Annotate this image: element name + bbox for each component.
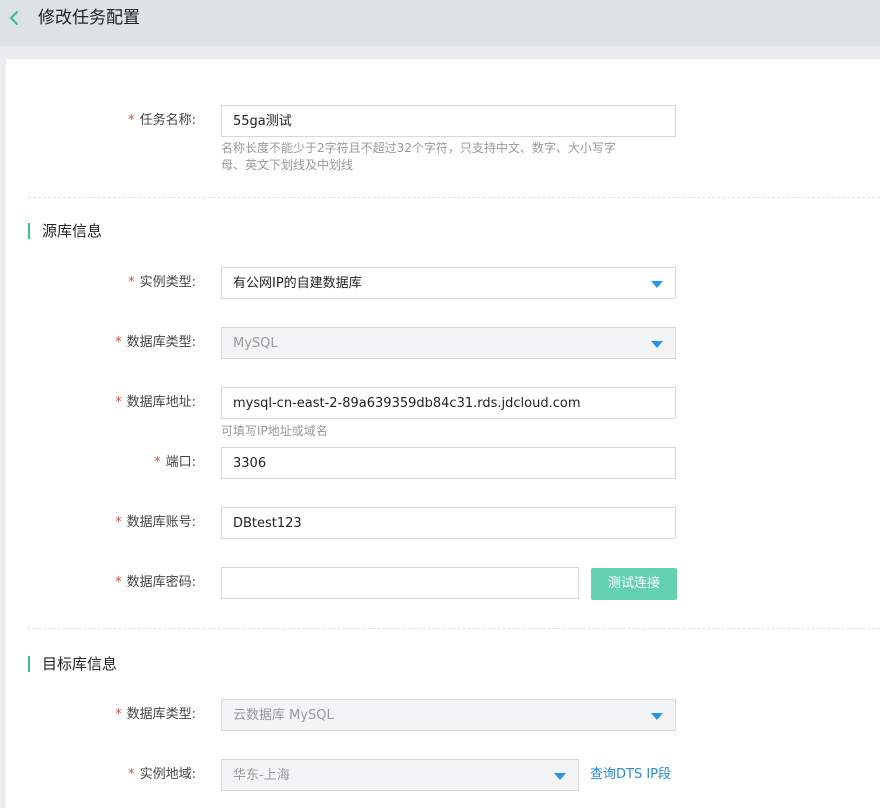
source-db-type-select[interactable]: MySQL xyxy=(221,327,676,359)
target-section-title: 目标库信息 xyxy=(42,655,118,673)
target-db-type-value: 云数据库 MySQL xyxy=(233,708,334,723)
instance-type-select[interactable]: 有公网IP的自建数据库 xyxy=(221,267,676,299)
task-name-input[interactable]: 55ga测试 xyxy=(221,105,676,137)
form-card: * 任务名称: 55ga测试 名称长度不能少于2字符且不超过32个字符，只支持中文… xyxy=(6,59,880,808)
target-db-type-label: * 数据库类型: xyxy=(115,707,196,722)
instance-type-label: * 实例类型: xyxy=(128,275,196,290)
caret-down-icon xyxy=(651,713,663,720)
chevron-left-icon[interactable] xyxy=(6,6,26,30)
db-password-label: * 数据库密码: xyxy=(115,575,196,590)
task-name-hint-line1: 名称长度不能少于2字符且不超过32个字符，只支持中文、数字、大小写字 xyxy=(221,141,616,155)
db-address-hint: 可填写IP地址或域名 xyxy=(221,424,328,438)
divider xyxy=(28,628,880,629)
region-select[interactable]: 华东-上海 xyxy=(221,759,579,791)
db-account-label: * 数据库账号: xyxy=(115,515,196,530)
caret-down-icon xyxy=(651,281,663,288)
db-address-label: * 数据库地址: xyxy=(115,395,196,410)
section-accent-bar xyxy=(28,656,30,672)
task-name-label: * 任务名称: xyxy=(128,113,196,128)
port-label: * 端口: xyxy=(154,455,196,470)
region-value: 华东-上海 xyxy=(233,768,290,783)
test-connection-button[interactable]: 测试连接 xyxy=(591,568,677,600)
instance-type-value: 有公网IP的自建数据库 xyxy=(233,276,362,291)
caret-down-icon xyxy=(651,341,663,348)
query-dts-ip-link[interactable]: 查询DTS IP段 xyxy=(590,758,671,792)
port-input[interactable]: 3306 xyxy=(221,447,676,479)
page-title: 修改任务配置 xyxy=(38,8,140,28)
task-name-hint-line2: 母、英文下划线及中划线 xyxy=(221,158,354,172)
target-db-type-select[interactable]: 云数据库 MySQL xyxy=(221,699,676,731)
divider xyxy=(28,197,880,198)
top-bar: 修改任务配置 xyxy=(0,0,880,46)
source-db-type-value: MySQL xyxy=(233,336,278,351)
source-db-type-label: * 数据库类型: xyxy=(115,335,196,350)
region-label: * 实例地域: xyxy=(128,767,196,782)
db-account-input[interactable]: DBtest123 xyxy=(221,507,676,539)
db-password-input[interactable] xyxy=(221,567,579,599)
db-address-input[interactable]: mysql-cn-east-2-89a639359db84c31.rds.jdc… xyxy=(221,387,676,419)
section-accent-bar xyxy=(28,223,30,239)
caret-down-icon xyxy=(554,773,566,780)
source-section-title: 源库信息 xyxy=(42,222,103,240)
